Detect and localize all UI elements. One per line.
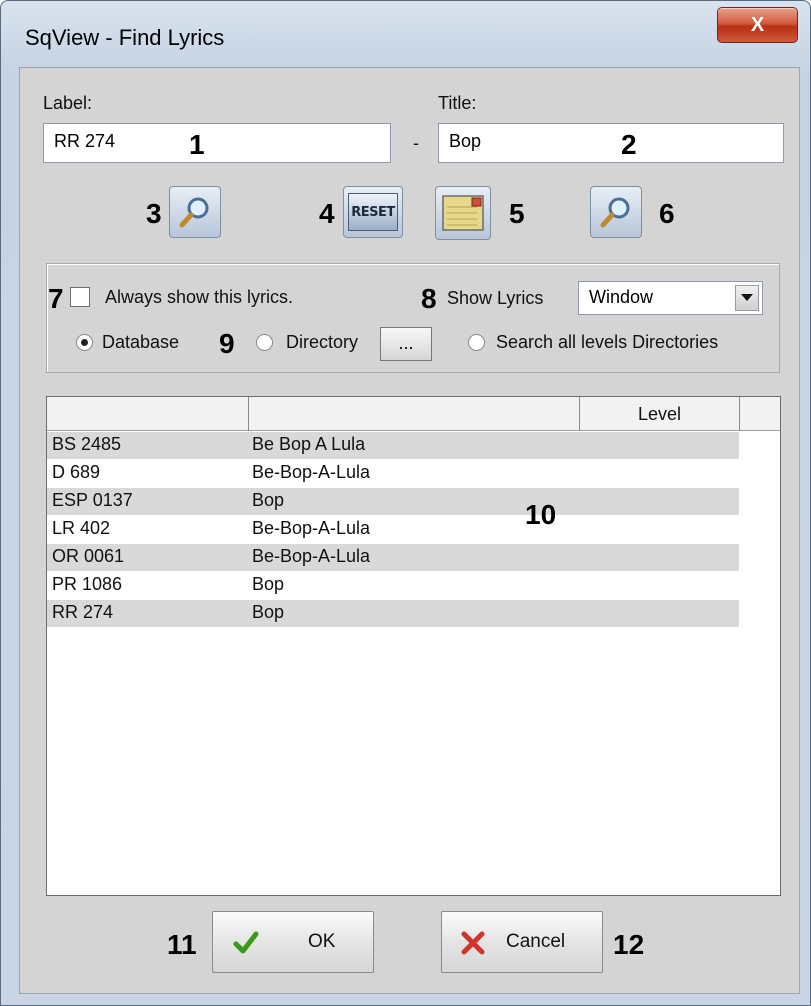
close-button[interactable]: X (717, 7, 798, 43)
lyrics-sheet-icon (442, 195, 484, 231)
show-lyrics-select[interactable]: Window (578, 281, 763, 315)
radio-database-label: Database (102, 332, 180, 352)
show-lyrics-label: Show Lyrics (447, 288, 544, 308)
column-header-label[interactable] (47, 397, 249, 431)
row-title-cell: Be-Bop-A-Lula (252, 518, 371, 538)
label-caption: Label: (43, 93, 93, 113)
lyrics-sheet-button[interactable] (435, 186, 491, 240)
cancel-x-icon (461, 931, 485, 955)
callout-1: 1 (189, 129, 205, 160)
magnifier-icon (600, 197, 630, 228)
checkmark-icon (233, 931, 259, 954)
callout-7: 7 (48, 283, 64, 314)
row-title-cell: Be-Bop-A-Lula (252, 462, 371, 482)
title-caption: Title: (438, 93, 477, 113)
radio-directory-label: Directory (286, 332, 359, 352)
browse-directory-button[interactable]: ... (380, 327, 432, 361)
callout-9: 9 (219, 328, 235, 359)
radio-search-all[interactable] (468, 334, 485, 351)
row-label-cell: RR 274 (52, 602, 114, 622)
dialog-window: SqView - Find Lyrics X Label: RR 274 - T… (0, 0, 811, 1006)
reset-icon: RESET (348, 193, 398, 231)
callout-4: 4 (319, 198, 335, 229)
row-title-cell: Be Bop A Lula (252, 434, 366, 454)
row-label-cell: BS 2485 (52, 434, 122, 454)
callout-12: 12 (613, 929, 645, 960)
row-label-cell: ESP 0137 (52, 490, 133, 510)
table-row[interactable]: ESP 0137 Bop (47, 488, 739, 515)
window-title: SqView - Find Lyrics (25, 25, 225, 50)
table-row[interactable]: OR 0061 Be-Bop-A-Lula (47, 544, 739, 571)
row-label-cell: PR 1086 (52, 574, 123, 594)
callout-2: 2 (621, 129, 637, 160)
radio-search-all-label: Search all levels Directories (496, 332, 719, 352)
cancel-button[interactable]: Cancel (441, 911, 603, 973)
callout-3: 3 (146, 198, 162, 229)
magnifier-icon (179, 197, 209, 228)
show-lyrics-value: Window (589, 287, 654, 307)
table-row[interactable]: BS 2485 Be Bop A Lula (47, 432, 739, 459)
reset-button[interactable]: RESET (343, 186, 403, 238)
title-bar[interactable]: SqView - Find Lyrics X (1, 1, 810, 67)
row-title-cell: Bop (252, 490, 285, 510)
search-label-button[interactable] (169, 186, 221, 238)
column-header-title[interactable] (249, 397, 580, 431)
callout-10: 10 (525, 499, 557, 530)
label-input[interactable]: RR 274 (43, 123, 391, 163)
row-title-cell: Bop (252, 574, 285, 594)
always-show-checkbox[interactable] (70, 287, 90, 307)
callout-5: 5 (509, 198, 525, 229)
list-header: Level (47, 397, 780, 431)
row-label-cell: LR 402 (52, 518, 111, 538)
ok-label: OK (308, 931, 336, 952)
field-separator: - (413, 133, 419, 153)
title-input[interactable]: Bop (438, 123, 784, 163)
table-row[interactable]: PR 1086 Bop (47, 572, 739, 599)
ok-button[interactable]: OK (212, 911, 374, 973)
column-header-level[interactable]: Level (580, 397, 740, 431)
row-label-cell: D 689 (52, 462, 101, 482)
row-title-cell: Bop (252, 602, 285, 622)
row-label-cell: OR 0061 (52, 546, 125, 566)
table-row[interactable]: D 689 Be-Bop-A-Lula (47, 460, 739, 487)
always-show-label: Always show this lyrics. (105, 287, 294, 307)
row-title-cell: Be-Bop-A-Lula (252, 546, 371, 566)
chevron-down-icon[interactable] (735, 285, 759, 311)
radio-directory[interactable] (256, 334, 273, 351)
table-row[interactable]: LR 402 Be-Bop-A-Lula (47, 516, 739, 543)
callout-8: 8 (421, 283, 437, 314)
radio-database[interactable] (76, 334, 93, 351)
table-row[interactable]: RR 274 Bop (47, 600, 739, 627)
callout-11: 11 (167, 929, 197, 960)
search-title-button[interactable] (590, 186, 642, 238)
callout-6: 6 (659, 198, 675, 229)
cancel-label: Cancel (506, 931, 566, 952)
results-list[interactable]: Level BS 2485 Be Bop A Lula D 689 Be-Bop-A-… (46, 396, 781, 896)
